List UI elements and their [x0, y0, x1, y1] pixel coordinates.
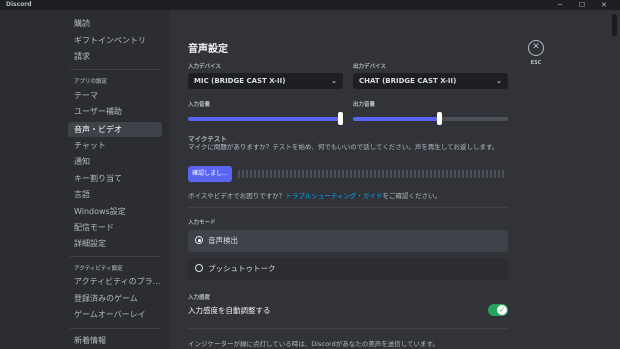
input-volume-handle[interactable]	[338, 112, 343, 125]
input-mode-label: 入力モード	[188, 220, 216, 226]
output-volume-label: 出力音量	[353, 102, 376, 108]
troubleshooting-guide-link[interactable]: トラブルシューティング・ガイド	[285, 192, 382, 200]
chevron-down-icon: ⌄	[331, 77, 337, 85]
settings-content	[170, 10, 610, 349]
input-volume-label: 入力音量	[188, 102, 211, 108]
input-sensitivity-label: 入力感度	[188, 295, 211, 301]
sidebar-item-subscriptions[interactable]: 購読	[68, 16, 162, 31]
chevron-down-icon: ⌄	[496, 77, 502, 85]
sidebar-item-voice-video[interactable]: 音声・ビデオ	[68, 122, 162, 137]
mic-check-button[interactable]: 確認しまし...	[188, 166, 232, 182]
sidebar-item-advanced[interactable]: 詳細設定	[68, 236, 162, 251]
sidebar-item-streamer-mode[interactable]: 配信モード	[68, 220, 162, 235]
output-device-value: CHAT (BRIDGE CAST X-II)	[359, 77, 457, 85]
mic-test-description: マイクに問題がありますか？テストを始め、何でもいいので話してください。声を再生し…	[188, 143, 499, 151]
esc-label: ESC	[530, 60, 542, 66]
sidebar-item-gift-inventory[interactable]: ギフトインベントリ	[68, 33, 162, 48]
output-volume-handle[interactable]	[437, 112, 442, 125]
close-settings-button[interactable]: ✕	[528, 40, 544, 56]
page-title: 音声設定	[188, 44, 228, 55]
settings-sidebar: 購読 ギフトインベントリ 請求 アプリの設定 テーマ ユーザー補助 音声・ビデオ…	[0, 10, 170, 349]
input-volume-fill	[188, 117, 343, 121]
mic-level-meter	[238, 170, 506, 178]
input-device-label: 入力デバイス	[188, 64, 221, 70]
output-volume-slider[interactable]	[353, 112, 508, 125]
mic-test-label: マイクテスト	[188, 135, 227, 143]
sidebar-item-accessibility[interactable]: ユーザー補助	[68, 104, 162, 119]
maximize-button[interactable]: ☐	[574, 0, 590, 10]
indicator-note: インジケーターが緑に点灯している時は、Discordがあなたの美声を送信していま…	[188, 340, 439, 348]
sidebar-item-registered-games[interactable]: 登録済みのゲーム	[68, 291, 162, 306]
section-divider	[188, 207, 508, 208]
title-bar: Discord ─ ☐ ✕	[0, 0, 620, 10]
sidebar-divider	[70, 256, 160, 257]
input-device-select[interactable]: MIC (BRIDGE CAST X-II) ⌄	[188, 73, 343, 89]
sidebar-item-billing[interactable]: 請求	[68, 49, 162, 64]
close-icon: ✕	[532, 42, 540, 52]
check-icon: ✓	[497, 305, 507, 315]
sidebar-item-windows-settings[interactable]: Windows設定	[68, 204, 162, 219]
sidebar-item-game-overlay[interactable]: ゲームオーバーレイ	[68, 307, 162, 322]
sidebar-item-language[interactable]: 言語	[68, 187, 162, 202]
sidebar-item-activity-privacy[interactable]: アクティビティのプラ...	[68, 274, 162, 289]
sidebar-divider	[70, 69, 160, 70]
sidebar-section-activity: アクティビティ設定	[74, 266, 123, 272]
close-window-button[interactable]: ✕	[596, 0, 612, 10]
help-text-suffix: をご確認ください。	[382, 192, 441, 200]
auto-sensitivity-toggle[interactable]: ✓	[488, 304, 508, 316]
radio-unselected-icon	[195, 264, 203, 272]
mode-voice-activity-option[interactable]: 音声検出	[188, 230, 508, 252]
sidebar-item-chat[interactable]: チャット	[68, 138, 162, 153]
sidebar-item-theme[interactable]: テーマ	[68, 88, 162, 103]
section-divider	[188, 328, 508, 329]
input-device-value: MIC (BRIDGE CAST X-II)	[194, 77, 286, 85]
app-title: Discord	[6, 1, 32, 8]
radio-selected-icon	[195, 236, 203, 244]
scrollbar[interactable]	[612, 14, 617, 36]
help-text: ボイスやビデオでお困りですか？トラブルシューティング・ガイドをご確認ください。	[188, 190, 441, 200]
sidebar-divider	[70, 328, 160, 329]
sidebar-item-keybinds[interactable]: キー割り当て	[68, 171, 162, 186]
output-volume-fill	[353, 117, 440, 121]
mode-voice-activity-label: 音声検出	[208, 236, 238, 245]
mode-push-to-talk-label: プッシュトゥトーク	[208, 264, 276, 273]
help-text-prefix: ボイスやビデオでお困りですか？	[188, 192, 286, 200]
auto-sensitivity-label: 入力感度を自動調整する	[188, 306, 271, 315]
sidebar-item-notifications[interactable]: 通知	[68, 154, 162, 169]
sidebar-item-whats-new[interactable]: 新着情報	[68, 333, 162, 348]
input-volume-slider[interactable]	[188, 112, 343, 125]
sidebar-section-app: アプリの設定	[74, 79, 108, 85]
output-device-select[interactable]: CHAT (BRIDGE CAST X-II) ⌄	[353, 73, 508, 89]
mode-push-to-talk-option[interactable]: プッシュトゥトーク	[188, 258, 508, 280]
output-device-label: 出力デバイス	[353, 64, 386, 70]
minimize-button[interactable]: ─	[552, 0, 568, 10]
